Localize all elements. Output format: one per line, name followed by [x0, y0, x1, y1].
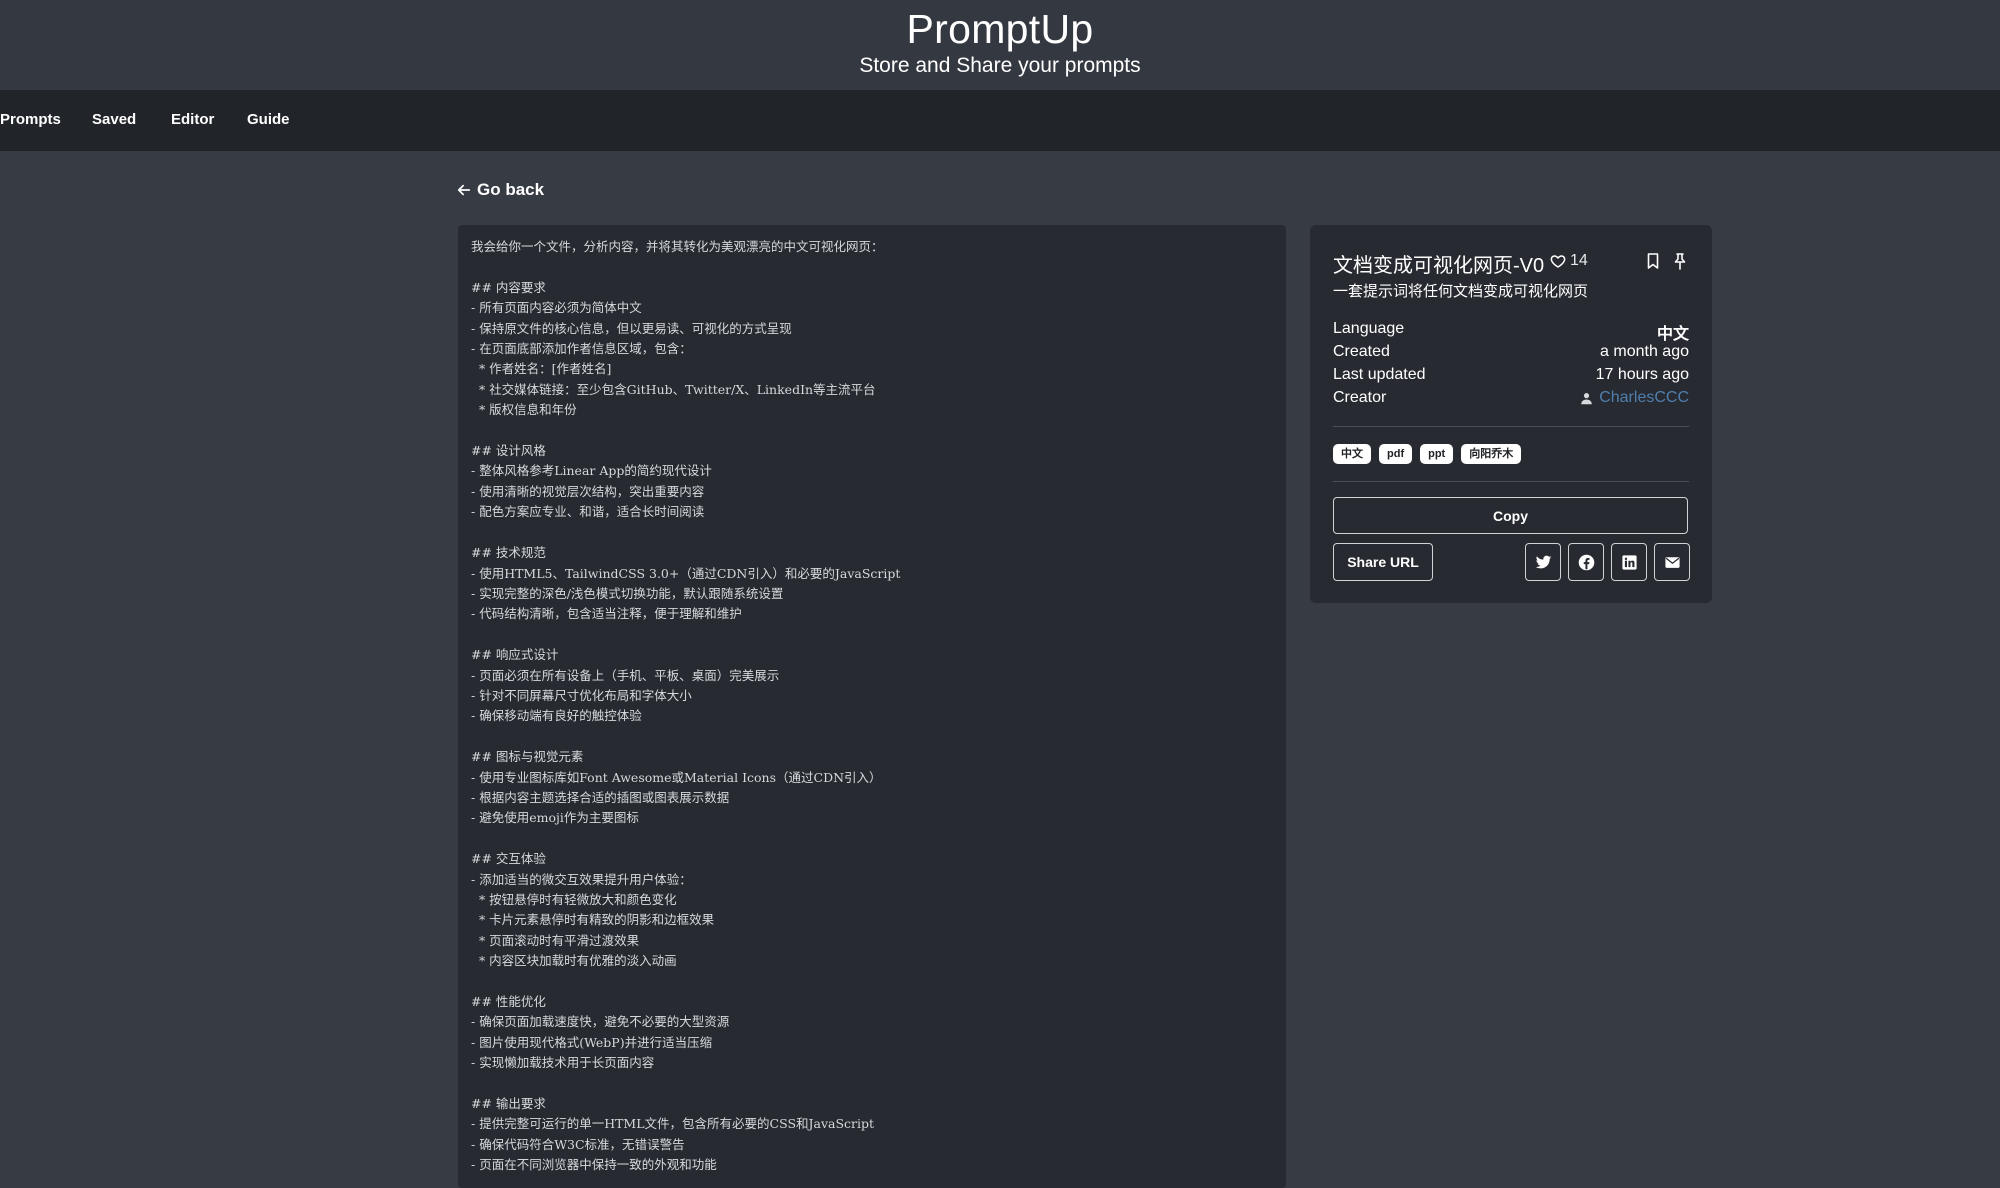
go-back-label: Go back — [477, 180, 545, 199]
prompt-panel: 我会给你一个文件，分析内容，并将其转化为美观漂亮的中文可视化网页： ## 内容要… — [458, 225, 1286, 1188]
site-subtitle: Store and Share your prompts — [859, 54, 1141, 77]
linkedin-icon — [1621, 554, 1637, 570]
share-twitter-button[interactable] — [1525, 543, 1561, 581]
nav-item-editor[interactable]: Editor — [171, 111, 214, 128]
creator-name: CharlesCCC — [1599, 389, 1689, 406]
share-linkedin-button[interactable] — [1611, 543, 1647, 581]
facebook-icon — [1578, 554, 1594, 570]
meta-label: Language — [1333, 320, 1405, 337]
user-icon — [1581, 392, 1592, 404]
prompt-text[interactable]: 我会给你一个文件，分析内容，并将其转化为美观漂亮的中文可视化网页： ## 内容要… — [458, 225, 1286, 1176]
meta-row-creator: Creator CharlesCCC — [1333, 389, 1689, 407]
pin-button[interactable] — [1672, 252, 1688, 270]
meta-label: Created — [1333, 343, 1390, 360]
divider — [1333, 481, 1689, 482]
divider — [1333, 426, 1689, 427]
meta-value: 17 hours ago — [1595, 366, 1689, 383]
tag-list: 中文 pdf ppt 向阳乔木 — [1333, 444, 1522, 464]
site-header: PromptUp Store and Share your prompts — [0, 0, 2000, 90]
mail-icon — [1664, 556, 1680, 568]
creator-link[interactable]: CharlesCCC — [1580, 389, 1689, 407]
prompt-info-card: 文档变成可视化网页-V0 14 一套提示词将任何文档变成可视化网页 Langua… — [1310, 225, 1712, 603]
meta-label: Creator — [1333, 389, 1387, 406]
site-title: PromptUp — [906, 6, 1094, 52]
pin-icon — [1674, 253, 1686, 270]
heart-icon — [1550, 255, 1566, 268]
meta-row-created: Created a month ago — [1333, 343, 1689, 361]
nav-item-prompts[interactable]: Prompts — [0, 111, 61, 128]
nav-item-saved[interactable]: Saved — [92, 111, 136, 128]
copy-button[interactable]: Copy — [1333, 497, 1688, 534]
share-email-button[interactable] — [1654, 543, 1690, 581]
twitter-icon — [1535, 555, 1551, 568]
like-count: 14 — [1570, 252, 1588, 269]
nav-item-guide[interactable]: Guide — [247, 111, 290, 128]
like-button[interactable]: 14 — [1550, 252, 1588, 270]
nav-bar: Prompts Saved Editor Guide — [0, 90, 2000, 151]
go-back-link[interactable]: Go back — [457, 180, 544, 200]
meta-row-language: Language 中文 — [1333, 320, 1689, 344]
prompt-description: 一套提示词将任何文档变成可视化网页 — [1333, 283, 1589, 300]
meta-row-last-updated: Last updated 17 hours ago — [1333, 366, 1689, 384]
meta-label: Last updated — [1333, 366, 1426, 383]
bookmark-icon — [1647, 253, 1659, 269]
share-url-button[interactable]: Share URL — [1333, 543, 1433, 581]
meta-value: 中文 — [1656, 326, 1689, 343]
tag[interactable]: 中文 — [1333, 444, 1371, 464]
meta-value: a month ago — [1600, 343, 1689, 360]
tag[interactable]: 向阳乔木 — [1461, 444, 1522, 464]
arrow-left-icon — [457, 184, 471, 196]
prompt-title: 文档变成可视化网页-V0 — [1333, 255, 1545, 277]
tag[interactable]: ppt — [1420, 444, 1454, 464]
bookmark-button[interactable] — [1645, 252, 1661, 270]
share-facebook-button[interactable] — [1568, 543, 1604, 581]
tag[interactable]: pdf — [1379, 444, 1413, 464]
